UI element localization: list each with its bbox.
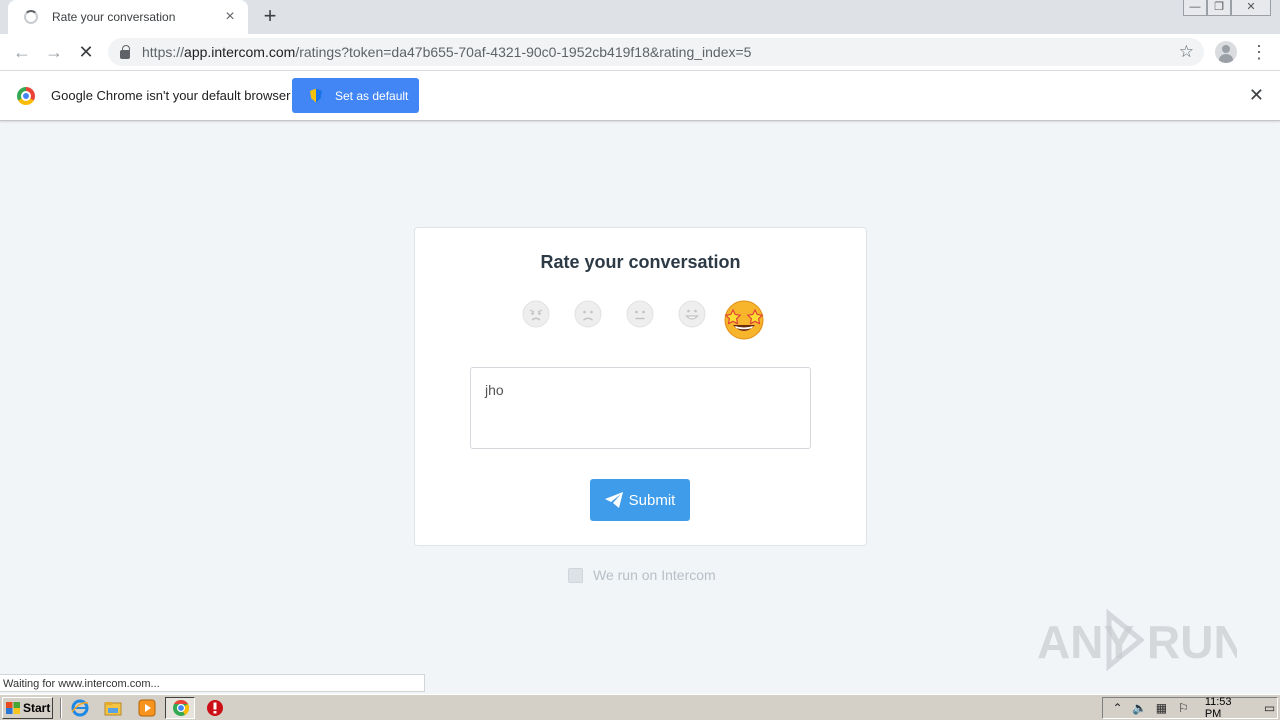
tab-title: Rate your conversation: [52, 10, 176, 24]
system-tray: ⌃ 🔈 ▦ ⚐ 11:53 PM ▭: [1102, 696, 1278, 720]
window-controls: — ❐ ✕: [1183, 0, 1271, 18]
media-player-icon[interactable]: [138, 699, 156, 717]
show-desktop-icon[interactable]: ▭: [1262, 701, 1277, 715]
infobar-close-icon[interactable]: ✕: [1249, 85, 1264, 106]
action-center-flag-icon[interactable]: ⚐: [1176, 701, 1191, 715]
start-button[interactable]: Start: [2, 697, 53, 719]
chrome-taskbar-icon: [173, 699, 190, 716]
bookmark-star-icon[interactable]: ☆: [1179, 42, 1194, 62]
angry-emoji-icon[interactable]: [522, 300, 550, 328]
tray-expand-icon[interactable]: ⌃: [1110, 701, 1125, 715]
windows-logo-icon: [6, 702, 20, 714]
taskbar-clock[interactable]: 11:53 PM: [1205, 696, 1248, 720]
default-browser-infobar: Google Chrome isn't your default browser…: [0, 71, 1280, 121]
chrome-logo-icon: [17, 87, 35, 105]
stop-loading-icon[interactable]: ✕: [74, 40, 98, 64]
restore-button[interactable]: ❐: [1207, 0, 1231, 16]
rating-title: Rate your conversation: [540, 252, 741, 272]
uac-shield-icon: [310, 88, 322, 103]
lock-icon[interactable]: [120, 44, 130, 59]
set-as-default-button[interactable]: Set as default: [292, 78, 419, 113]
opera-icon[interactable]: [206, 699, 224, 717]
taskbar-separator: [60, 698, 62, 718]
star-struck-emoji-icon[interactable]: [721, 295, 767, 341]
neutral-emoji-icon[interactable]: [626, 300, 654, 328]
intercom-logo-icon: [568, 567, 583, 583]
emoji-rating-row: [415, 300, 866, 344]
profile-avatar-icon[interactable]: [1215, 41, 1237, 63]
submit-button[interactable]: Submit: [590, 479, 690, 521]
feedback-textarea[interactable]: [470, 367, 811, 449]
loading-spinner-icon: [24, 10, 38, 24]
powered-by-label: We run on Intercom: [593, 567, 716, 583]
network-icon[interactable]: ▦: [1154, 701, 1169, 715]
paper-plane-icon: [604, 492, 623, 508]
volume-icon[interactable]: 🔈: [1132, 701, 1147, 715]
start-label: Start: [23, 701, 51, 715]
tab-close-icon[interactable]: ×: [222, 8, 238, 26]
status-bubble: Waiting for www.intercom.com...: [0, 674, 425, 692]
tab-strip: Rate your conversation × + — ❐ ✕: [0, 0, 1280, 34]
set-as-default-label: Set as default: [335, 88, 409, 103]
url-path: /ratings?token=da47b655-70af-4321-90c0-1…: [295, 44, 752, 60]
browser-tab[interactable]: Rate your conversation ×: [8, 0, 248, 34]
windows-taskbar: Start ⌃ 🔈 ▦ ⚐ 11:53 PM ▭: [0, 694, 1280, 720]
file-explorer-icon[interactable]: [104, 699, 122, 717]
new-tab-button[interactable]: +: [258, 5, 282, 29]
url-scheme: https://: [142, 44, 185, 60]
powered-by-intercom[interactable]: We run on Intercom: [568, 567, 716, 583]
submit-label: Submit: [628, 491, 676, 509]
anyrun-watermark-icon: ANY RUN: [1037, 608, 1237, 672]
sad-emoji-icon[interactable]: [574, 300, 602, 328]
close-window-button[interactable]: ✕: [1231, 0, 1271, 16]
svg-text:RUN: RUN: [1147, 616, 1237, 668]
address-bar[interactable]: https://app.intercom.com/ratings?token=d…: [108, 38, 1204, 66]
internet-explorer-icon[interactable]: [71, 699, 89, 717]
chrome-menu-icon[interactable]: ⋮: [1250, 40, 1268, 64]
forward-icon[interactable]: →: [42, 40, 66, 64]
url-text[interactable]: https://app.intercom.com/ratings?token=d…: [142, 44, 751, 60]
url-host: app.intercom.com: [184, 44, 296, 60]
infobar-message: Google Chrome isn't your default browser: [51, 88, 291, 103]
rating-card: Rate your conversation Submit: [414, 227, 867, 546]
back-icon[interactable]: ←: [10, 40, 34, 64]
smile-emoji-icon[interactable]: [678, 300, 706, 328]
minimize-button[interactable]: —: [1183, 0, 1207, 16]
browser-toolbar: ← → ✕ https://app.intercom.com/ratings?t…: [0, 34, 1280, 71]
chrome-taskbar-button[interactable]: [165, 697, 195, 719]
